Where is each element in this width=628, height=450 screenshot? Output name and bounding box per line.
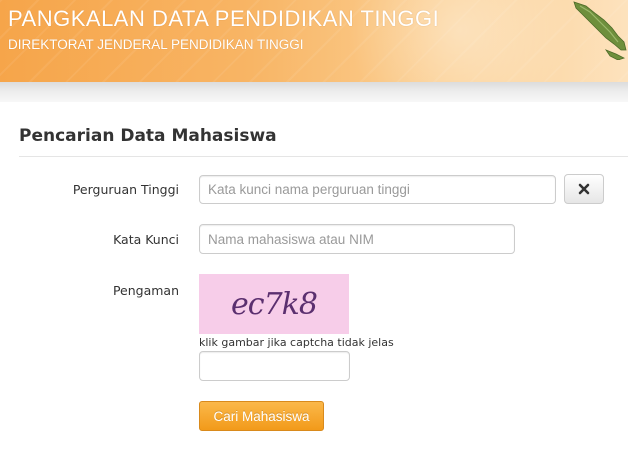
keyword-search-input[interactable] bbox=[199, 224, 515, 254]
page-title: Pencarian Data Mahasiswa bbox=[19, 126, 277, 146]
site-title: PANGKALAN DATA PENDIDIKAN TINGGI bbox=[8, 6, 440, 31]
indonesia-map-icon bbox=[573, 1, 627, 60]
captcha-input[interactable] bbox=[199, 351, 350, 381]
header-divider-band bbox=[0, 82, 628, 102]
search-student-button[interactable]: Cari Mahasiswa bbox=[199, 401, 324, 431]
captcha-hint: klik gambar jika captcha tidak jelas bbox=[199, 336, 394, 349]
security-label: Pengaman bbox=[112, 283, 179, 298]
title-divider bbox=[19, 156, 628, 157]
university-label: Perguruan Tinggi bbox=[72, 182, 179, 197]
keyword-label: Kata Kunci bbox=[113, 232, 179, 247]
header-banner: PANGKALAN DATA PENDIDIKAN TINGGI DIREKTO… bbox=[0, 0, 628, 82]
captcha-text: ec7k8 bbox=[231, 286, 318, 322]
close-icon bbox=[578, 183, 590, 195]
site-subtitle: DIREKTORAT JENDERAL PENDIDIKAN TINGGI bbox=[8, 37, 304, 52]
captcha-image[interactable]: ec7k8 bbox=[199, 274, 349, 334]
university-search-input[interactable] bbox=[199, 175, 556, 204]
clear-university-button[interactable] bbox=[564, 174, 604, 204]
